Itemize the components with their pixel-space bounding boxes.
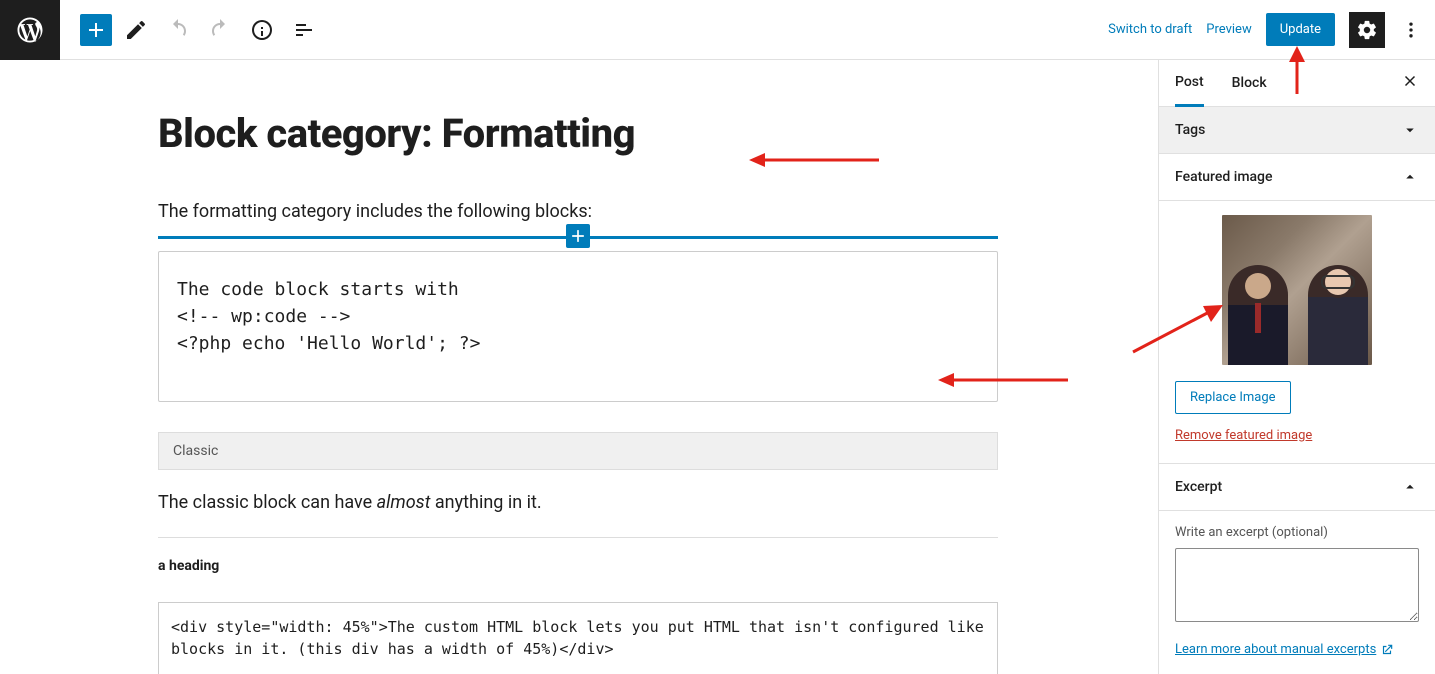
thumb-person-1 (1228, 265, 1288, 365)
excerpt-textarea[interactable] (1175, 548, 1419, 622)
info-icon (250, 18, 274, 42)
panel-tags-header[interactable]: Tags (1159, 107, 1435, 154)
classic-text-2: anything in it. (430, 492, 541, 513)
panel-tags-title: Tags (1175, 122, 1205, 138)
remove-featured-image-link[interactable]: Remove featured image (1175, 428, 1419, 443)
learn-more-excerpts-link[interactable]: Learn more about manual excerpts (1175, 642, 1394, 657)
undo-icon (166, 18, 190, 42)
chevron-up-icon (1401, 168, 1419, 186)
panel-featured-title: Featured image (1175, 169, 1273, 185)
tools-button[interactable] (118, 12, 154, 48)
editor-canvas[interactable]: Block category: Formatting The formattin… (0, 60, 1158, 674)
sidebar-tabs: Post Block (1159, 60, 1435, 107)
outline-button[interactable] (286, 12, 322, 48)
panel-featured-header[interactable]: Featured image (1159, 154, 1435, 201)
close-icon (1401, 72, 1419, 90)
panel-excerpt-body: Write an excerpt (optional) Learn more a… (1159, 511, 1435, 674)
wordpress-icon (15, 15, 45, 45)
redo-button[interactable] (202, 12, 238, 48)
thumb-person-2 (1308, 265, 1368, 365)
excerpt-label: Write an excerpt (optional) (1175, 525, 1419, 540)
custom-html-block[interactable]: <div style="width: 45%">The custom HTML … (158, 602, 998, 674)
panel-excerpt-header[interactable]: Excerpt (1159, 464, 1435, 511)
info-button[interactable] (244, 12, 280, 48)
options-button[interactable] (1399, 12, 1423, 48)
redo-icon (208, 18, 232, 42)
toolbar-right: Switch to draft Preview Update (1108, 12, 1435, 48)
plus-icon (84, 18, 108, 42)
featured-image-thumbnail[interactable] (1222, 215, 1372, 365)
paragraph-intro[interactable]: The formatting category includes the fol… (158, 201, 998, 222)
chevron-down-icon (1401, 121, 1419, 139)
classic-paragraph[interactable]: The classic block can have almost anythi… (158, 492, 998, 538)
learn-link-text: Learn more about manual excerpts (1175, 642, 1376, 657)
tab-block[interactable]: Block (1232, 61, 1267, 105)
switch-to-draft-button[interactable]: Switch to draft (1108, 22, 1192, 37)
preview-button[interactable]: Preview (1206, 22, 1251, 37)
list-icon (292, 18, 316, 42)
code-block-wrapper: The code block starts with <!-- wp:code … (158, 236, 998, 402)
panel-excerpt-title: Excerpt (1175, 479, 1222, 495)
update-button[interactable]: Update (1266, 13, 1335, 46)
classic-text-1: The classic block can have (158, 492, 377, 513)
classic-block-label[interactable]: Classic (158, 432, 998, 470)
add-block-button[interactable] (80, 14, 112, 46)
tab-post[interactable]: Post (1175, 60, 1204, 107)
post-title[interactable]: Block category: Formatting (158, 110, 998, 157)
external-link-icon (1380, 643, 1394, 657)
panel-featured-body: Replace Image Remove featured image (1159, 201, 1435, 464)
heading-block[interactable]: a heading (158, 558, 998, 574)
classic-text-em: almost (377, 492, 431, 513)
wordpress-logo[interactable] (0, 0, 60, 60)
pencil-icon (124, 18, 148, 42)
gear-icon (1356, 19, 1378, 41)
close-sidebar-button[interactable] (1401, 72, 1419, 94)
toolbar-left (60, 12, 322, 48)
plus-icon (568, 226, 588, 246)
top-toolbar: Switch to draft Preview Update (0, 0, 1435, 60)
settings-sidebar: Post Block Tags Featured image Replace I… (1158, 60, 1435, 674)
code-block[interactable]: The code block starts with <!-- wp:code … (158, 251, 998, 402)
replace-image-button[interactable]: Replace Image (1175, 381, 1291, 414)
more-vertical-icon (1401, 20, 1421, 40)
undo-button[interactable] (160, 12, 196, 48)
insert-block-button[interactable] (566, 224, 590, 248)
settings-button[interactable] (1349, 12, 1385, 48)
chevron-up-icon (1401, 478, 1419, 496)
